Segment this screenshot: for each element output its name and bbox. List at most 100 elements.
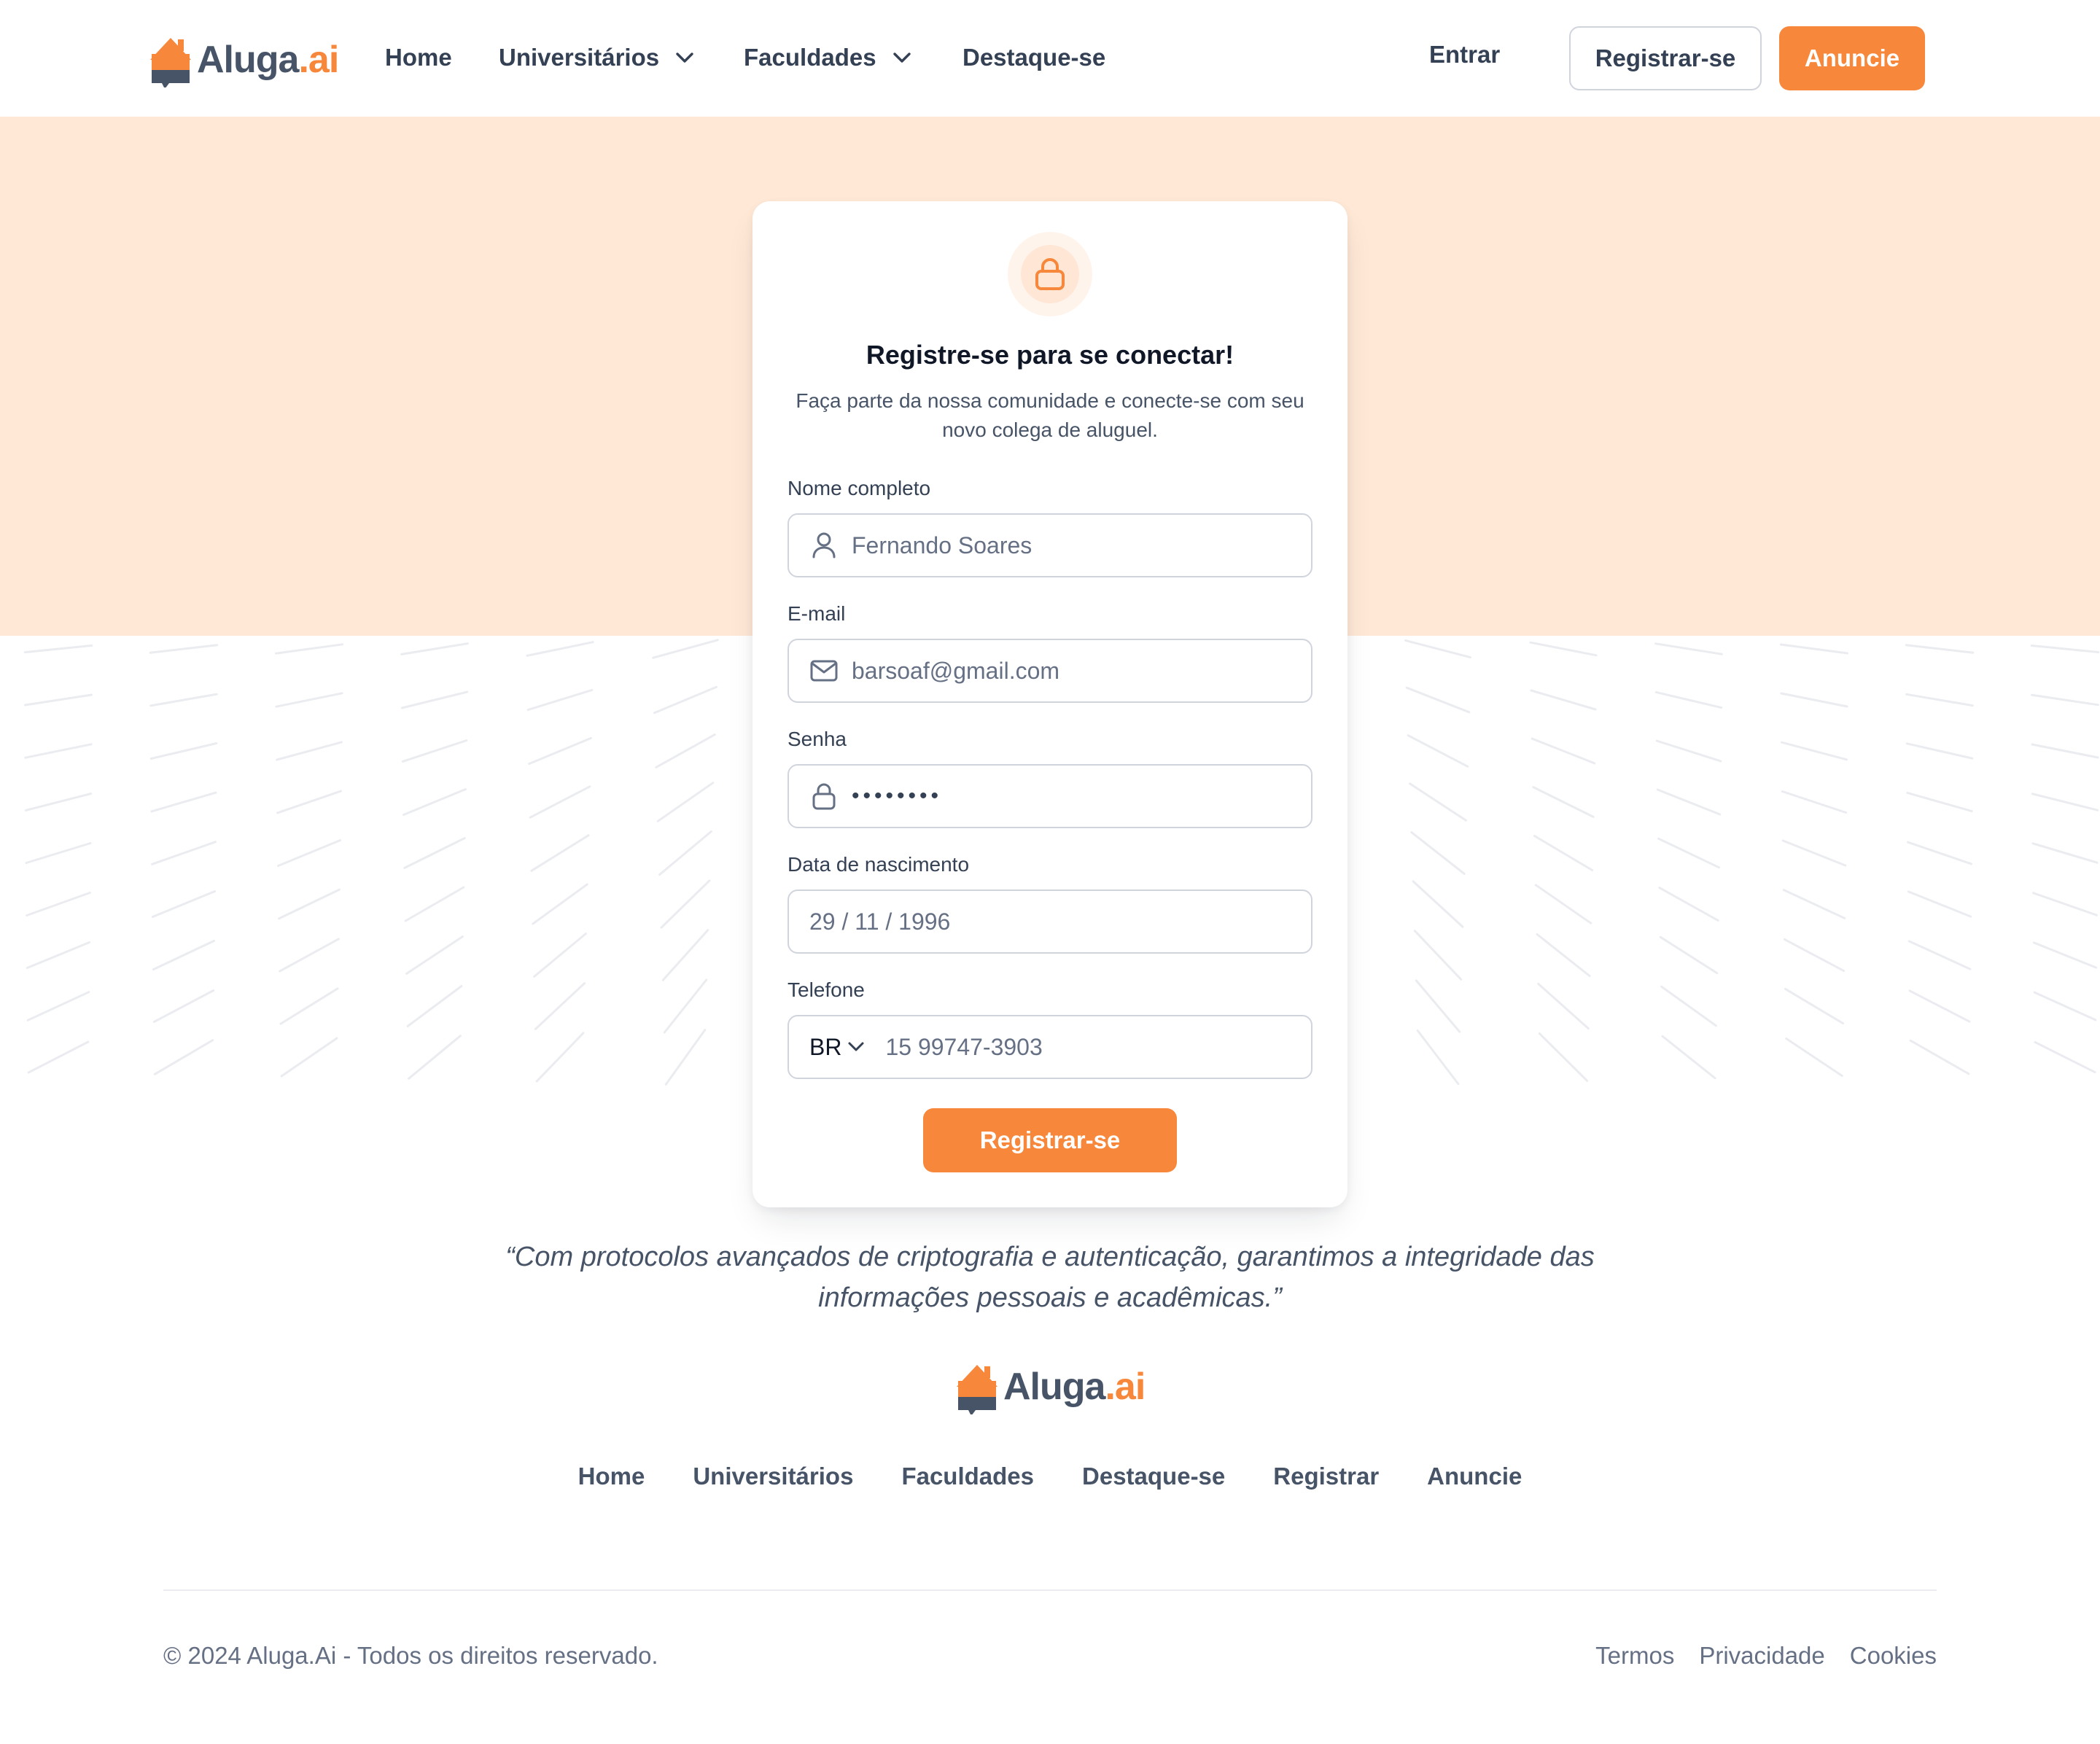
pattern-dash [406,985,463,1027]
pattern-dash [2032,941,2098,969]
lock-icon [809,782,839,811]
pattern-dash [405,935,464,975]
pattern-dash [1410,831,1466,875]
birthdate-value: 29 / 11 / 1996 [809,908,951,935]
nav-destaque-se[interactable]: Destaque-se [962,44,1105,71]
nav-home[interactable]: Home [385,44,452,71]
pattern-dash [2030,645,2100,653]
legal-link-termos[interactable]: Termos [1595,1642,1674,1670]
submit-register-button[interactable]: Registrar-se [923,1108,1177,1172]
pattern-dash [533,933,587,978]
pattern-dash [152,989,215,1023]
pattern-dash [658,830,712,876]
pattern-dash [276,790,342,814]
pattern-dash [402,788,467,816]
pattern-dash [1660,985,1717,1027]
pattern-dash [664,1029,707,1086]
footer-link-home[interactable]: Home [578,1463,645,1490]
pattern-dash [1905,644,1975,654]
name-value: Fernando Soares [852,532,1032,558]
pattern-dash [1405,686,1471,714]
pattern-dash [278,888,341,920]
email-label: E-mail [788,602,846,625]
pattern-dash [280,1037,338,1078]
pattern-dash [1654,690,1723,709]
mail-icon [809,656,839,685]
pattern-dash [2033,991,2097,1021]
legal-link-privacidade[interactable]: Privacidade [1699,1642,1824,1670]
pattern-dash [1907,890,1972,918]
pattern-dash [2031,743,2099,759]
country-select[interactable]: BR [809,1034,865,1061]
pattern-dash [2032,892,2098,916]
pattern-dash [1781,741,1848,761]
legal-link-cookies[interactable]: Cookies [1850,1642,1937,1670]
birthdate-field[interactable]: 29 / 11 / 1996 [788,889,1312,954]
user-icon [809,531,839,560]
nav-destaque-se-label: Destaque-se [962,44,1106,71]
pattern-dash [152,939,216,971]
pattern-dash [535,1032,585,1083]
pattern-dash [1907,841,1972,865]
pattern-dash [403,837,466,869]
pattern-dash [1909,1039,1970,1075]
footer-brand-logo[interactable]: Aluga.ai [955,1359,1146,1414]
chevron-down-icon [676,52,693,63]
password-label: Senha [788,728,847,750]
footer-link-anuncie[interactable]: Anuncie [1427,1463,1522,1490]
pattern-dash [1413,930,1463,981]
footer-link-registrar[interactable]: Registrar [1273,1463,1379,1490]
pattern-dash [1659,935,1719,975]
pattern-dash [1781,790,1848,814]
login-button[interactable]: Entrar [1429,41,1500,69]
pattern-dash [1530,689,1597,711]
pattern-dash [2031,793,2099,811]
pattern-dash [526,641,594,657]
footer-link-universitarios[interactable]: Universitários [693,1463,853,1490]
pattern-dash [663,978,708,1034]
brand-wordmark: Aluga.ai [197,39,339,81]
pattern-dash [1656,788,1722,816]
pattern-dash [661,929,709,981]
pattern-dash [151,841,217,865]
footer-link-destaque-se[interactable]: Destaque-se [1082,1463,1225,1490]
pattern-dash [26,941,91,969]
advertise-button[interactable]: Anuncie [1779,26,1925,90]
name-field[interactable]: Fernando Soares [788,513,1312,577]
nav-universitarios[interactable]: Universitários [499,44,694,71]
pattern-dash [1531,737,1596,765]
password-field[interactable]: •••••••• [788,764,1312,828]
nav-home-label: Home [385,44,452,71]
phone-field[interactable]: BR 15 99747-3903 [788,1015,1312,1079]
pattern-dash [24,693,93,706]
pattern-dash [1905,693,1974,707]
pattern-dash [24,743,93,759]
pattern-dash [1661,1035,1716,1080]
password-value: •••••••• [852,784,943,808]
register-button[interactable]: Registrar-se [1569,26,1762,90]
chevron-down-icon [892,52,911,63]
brand-logo[interactable]: Aluga.ai [149,32,339,87]
pattern-dash [404,886,465,922]
pattern-dash [23,644,93,654]
house-chat-logo-icon [150,38,191,87]
pattern-dash [25,842,92,864]
footer-divider [163,1589,1937,1591]
footer-brand-wordmark: Aluga.ai [1003,1366,1146,1408]
email-field[interactable]: barsoaf@gmail.com [788,639,1312,703]
pattern-dash [1784,987,1844,1025]
pattern-dash [1782,889,1846,919]
pattern-dash [1404,639,1471,659]
pattern-dash [1412,880,1464,928]
pattern-dash [1905,742,1974,760]
footer-link-faculdades[interactable]: Faculdades [901,1463,1034,1490]
pattern-dash [2031,693,2099,706]
pattern-dash [26,892,91,916]
house-chat-logo-icon [957,1365,998,1414]
nav-faculdades[interactable]: Faculdades [744,44,911,71]
legal-links: Termos Privacidade Cookies [1595,1642,1937,1670]
pattern-dash [400,642,469,655]
pattern-dash [1415,979,1461,1033]
pattern-dash [529,785,591,819]
pattern-dash [528,736,592,766]
